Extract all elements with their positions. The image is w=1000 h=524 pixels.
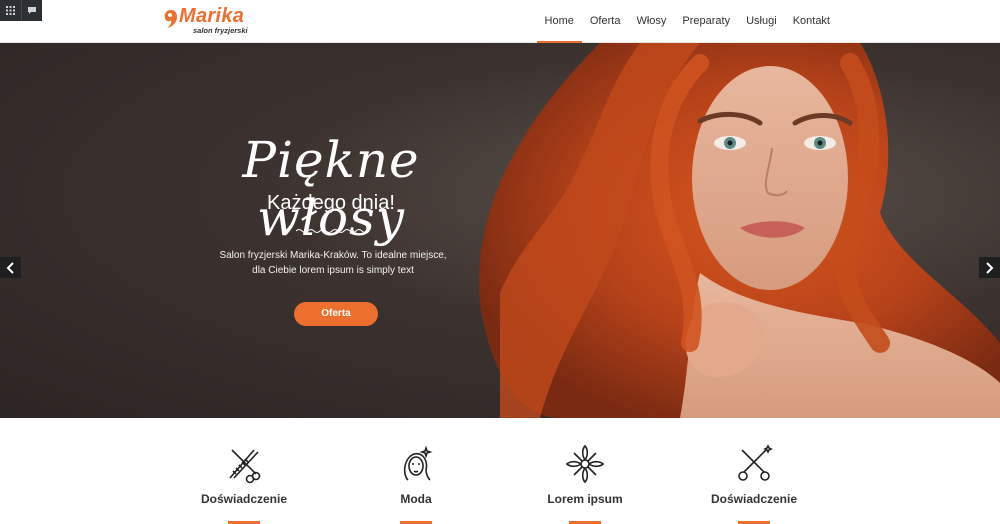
feature-title: Lorem ipsum bbox=[547, 492, 623, 506]
main-nav: Home Oferta Włosy Preparaty Usługi Konta… bbox=[536, 0, 838, 43]
hero-subtitle: Każdego dnia! bbox=[267, 192, 395, 214]
nav-wlosy[interactable]: Włosy bbox=[628, 0, 674, 43]
nav-preparaty[interactable]: Preparaty bbox=[674, 0, 738, 43]
brand-name: Marika bbox=[179, 5, 245, 27]
chevron-right-icon bbox=[986, 261, 994, 274]
chevron-left-icon bbox=[6, 261, 14, 274]
hero-slider: Piękne włosy Każdego dnia! Salon fryzjer… bbox=[0, 43, 1000, 418]
slider-prev-button[interactable] bbox=[0, 257, 21, 278]
wave-divider-icon bbox=[296, 229, 368, 233]
scissors-comb-icon bbox=[229, 449, 261, 484]
grid-icon[interactable] bbox=[0, 0, 21, 21]
hero-description-line: Salon fryzjerski Marika-Kraków. To ideal… bbox=[219, 250, 447, 261]
feature-title: Doświadczenie bbox=[710, 492, 798, 506]
features-section: Doświadczenie Moda Lorem ipsum Doświadcz… bbox=[0, 418, 1000, 524]
admin-toolbar bbox=[0, 0, 42, 21]
crossed-scissors-icon bbox=[738, 444, 773, 481]
hero-photo bbox=[479, 43, 1000, 418]
hero-oferta-button[interactable]: Oferta bbox=[294, 302, 378, 326]
feature-title: Doświadczenie bbox=[200, 492, 288, 506]
brand-tagline: salon fryzjerski bbox=[193, 26, 248, 35]
nav-uslugi[interactable]: Usługi bbox=[738, 0, 785, 43]
feature-item: Doświadczenie bbox=[164, 418, 324, 524]
nav-home[interactable]: Home bbox=[536, 0, 583, 43]
hero-description: Salon fryzjerski Marika-Kraków. To ideal… bbox=[213, 248, 453, 278]
woman-hair-icon bbox=[403, 445, 433, 481]
feature-title: Moda bbox=[400, 492, 432, 506]
feature-item: Doświadczenie bbox=[674, 418, 834, 524]
logo[interactable]: Marika salon fryzjerski bbox=[163, 5, 253, 36]
hero-description-line: dla Ciebie lorem ipsum is simply text bbox=[252, 265, 414, 276]
logo-mark-icon bbox=[164, 10, 177, 28]
slider-next-button[interactable] bbox=[979, 257, 1000, 278]
comment-icon[interactable] bbox=[21, 0, 42, 21]
nav-kontakt[interactable]: Kontakt bbox=[785, 0, 838, 43]
feature-item: Moda bbox=[336, 418, 496, 524]
flower-icon bbox=[565, 444, 605, 484]
nav-oferta[interactable]: Oferta bbox=[582, 0, 629, 43]
site-header: Marika salon fryzjerski Home Oferta Włos… bbox=[0, 0, 1000, 43]
feature-item: Lorem ipsum bbox=[505, 418, 665, 524]
